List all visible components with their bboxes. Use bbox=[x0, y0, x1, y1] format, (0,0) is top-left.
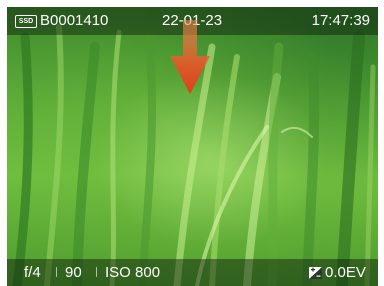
clip-name: B0001410 bbox=[40, 12, 109, 29]
bottom-status-bar: f/4 90 ISO 800 0.0EV bbox=[7, 259, 378, 286]
shutter-value: 90 bbox=[65, 264, 82, 281]
divider bbox=[96, 267, 97, 277]
ssd-icon: SSD bbox=[15, 15, 37, 28]
exposure-compensation-value: 0.0EV bbox=[325, 264, 366, 281]
recording-time: 17:47:39 bbox=[311, 12, 370, 29]
exposure-compensation-icon bbox=[309, 267, 322, 279]
aperture-value: f/4 bbox=[24, 264, 41, 281]
iso-value: ISO 800 bbox=[105, 264, 161, 281]
down-arrow-icon bbox=[170, 20, 210, 94]
divider bbox=[56, 267, 57, 277]
